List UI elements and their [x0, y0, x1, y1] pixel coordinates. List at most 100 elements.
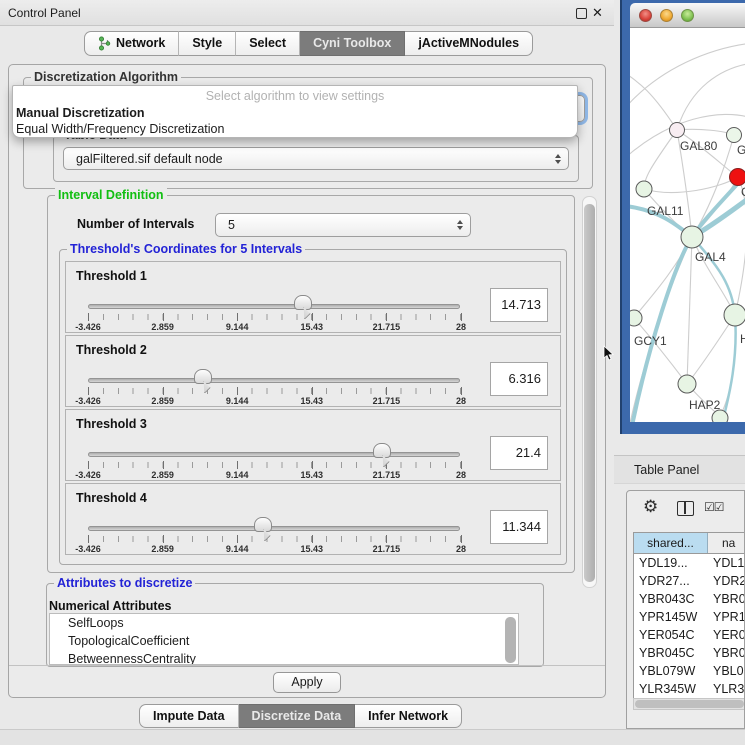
table-row[interactable]: YLR345WYLR3 [634, 680, 745, 698]
node-hap2[interactable] [678, 375, 696, 393]
thresholds-group-title: Threshold's Coordinates for 5 Intervals [67, 242, 305, 256]
threshold-3-value-field[interactable]: 21.4 [490, 436, 548, 470]
cell[interactable]: YDR2 [708, 572, 745, 590]
threshold-1-value-field[interactable]: 14.713 [490, 288, 548, 322]
cell[interactable]: YBR045C [634, 644, 708, 662]
cell[interactable]: YPR145W [634, 608, 708, 626]
number-of-intervals-combobox[interactable]: 5 [215, 213, 471, 237]
list-scrollbar[interactable] [505, 617, 516, 663]
list-item[interactable]: BetweennessCentrality [50, 650, 518, 665]
apply-button[interactable]: Apply [273, 672, 341, 693]
node-gal80[interactable] [670, 123, 685, 138]
panel-title: Control Panel [8, 6, 81, 20]
tab-select-label: Select [249, 32, 286, 55]
threshold-4-slider-thumb[interactable] [254, 517, 272, 532]
threshold-1-slider-thumb[interactable] [294, 295, 312, 310]
mouse-cursor-icon [603, 345, 615, 361]
node-label-gcy1: GCY1 [634, 334, 667, 348]
node-labels: GAL80 GA C GAL11 GAL4 GCY1 H HAP2 [634, 139, 745, 412]
float-window-icon[interactable] [576, 8, 587, 19]
network-view-window: GAL80 GA C GAL11 GAL4 GCY1 H HAP2 [620, 0, 745, 434]
number-of-intervals-value: 5 [228, 218, 235, 232]
cell[interactable]: YBL0 [708, 662, 745, 680]
tab-cyni-toolbox[interactable]: Cyni Toolbox [300, 31, 405, 56]
control-panel: Control Panel ✕ Network Style Select Cyn… [0, 0, 614, 745]
tab-impute-data[interactable]: Impute Data [139, 704, 239, 728]
threshold-3-slider-thumb[interactable] [373, 443, 391, 458]
cell[interactable]: YER0 [708, 626, 745, 644]
tab-select[interactable]: Select [236, 31, 300, 56]
tab-network-label: Network [116, 32, 165, 55]
threshold-3-box: Threshold 3 -3.426 2.859 9.144 15.43 21.… [65, 409, 561, 481]
threshold-2-value-field[interactable]: 6.316 [490, 362, 548, 396]
threshold-4-slider-track[interactable] [88, 526, 460, 531]
cell[interactable]: YDR27... [634, 572, 708, 590]
tab-jactivemnodules[interactable]: jActiveMNodules [405, 31, 533, 56]
node-ga[interactable] [727, 128, 742, 143]
cell[interactable]: YBL079W [634, 662, 708, 680]
node-gal4[interactable] [681, 226, 703, 248]
threshold-4-value-field[interactable]: 11.344 [490, 510, 548, 544]
tab-infer-network[interactable]: Infer Network [355, 704, 462, 728]
threshold-3-slider-track[interactable] [88, 452, 460, 457]
threshold-2-slider-thumb[interactable] [194, 369, 212, 384]
cell[interactable]: YDL1 [708, 554, 745, 572]
panel-scrollbar-thumb[interactable] [584, 204, 595, 582]
interval-definition-group-title: Interval Definition [55, 188, 167, 202]
cell[interactable]: YLR3 [708, 680, 745, 698]
tab-cyni-toolbox-label: Cyni Toolbox [313, 32, 391, 55]
table-row[interactable]: YDL19...YDL1 [634, 554, 745, 572]
tab-style[interactable]: Style [179, 31, 236, 56]
gear-icon[interactable]: ⚙ [643, 497, 658, 517]
list-item[interactable]: TopologicalCoefficient [50, 632, 518, 650]
table-row[interactable]: YBL079WYBL0 [634, 662, 745, 680]
column-header-name[interactable]: na [708, 533, 745, 553]
node-label-h: H [740, 332, 745, 346]
network-canvas[interactable]: GAL80 GA C GAL11 GAL4 GCY1 H HAP2 [630, 28, 745, 422]
cell[interactable]: YER054C [634, 626, 708, 644]
close-traffic-light-icon[interactable] [639, 9, 652, 22]
table-row[interactable]: YBR043CYBR0 [634, 590, 745, 608]
cell[interactable]: YBR043C [634, 590, 708, 608]
slider-ticks [88, 388, 461, 394]
table-hscrollbar-thumb[interactable] [635, 700, 744, 708]
node-label-gal11: GAL11 [647, 204, 684, 218]
dropdown-option-equal-width[interactable]: Equal Width/Frequency Discretization [13, 121, 577, 137]
tab-discretize-data[interactable]: Discretize Data [239, 704, 356, 728]
column-layout-icon[interactable] [677, 501, 694, 516]
cell[interactable]: YBR0 [708, 590, 745, 608]
cell[interactable]: YBR0 [708, 644, 745, 662]
cell[interactable]: YPR1 [708, 608, 745, 626]
node-gal11[interactable] [636, 181, 652, 197]
select-columns-icon[interactable]: ☑☑ [704, 500, 724, 514]
node-gcy1[interactable] [630, 310, 642, 326]
table-panel-body: ⚙ ☑☑ shared... na YDL19...YDL1 YDR27...Y… [626, 490, 745, 729]
threshold-3-label: Threshold 3 [76, 417, 147, 431]
table-data-combobox[interactable]: galFiltered.sif default node [63, 147, 569, 170]
threshold-2-slider-track[interactable] [88, 378, 460, 383]
minimize-traffic-light-icon[interactable] [660, 9, 673, 22]
table-row[interactable]: YPR145WYPR1 [634, 608, 745, 626]
panel-scrollbar[interactable] [582, 196, 597, 588]
node-label-c: C [741, 185, 745, 199]
zoom-traffic-light-icon[interactable] [681, 9, 694, 22]
list-item[interactable]: SelfLoops [50, 614, 518, 632]
table-row[interactable]: YBR045CYBR0 [634, 644, 745, 662]
node-selected-red[interactable] [730, 169, 745, 186]
dropdown-option-manual-discretization[interactable]: Manual Discretization [13, 105, 577, 121]
tab-network[interactable]: Network [84, 31, 179, 56]
node-h[interactable] [724, 304, 745, 326]
cell[interactable]: YDL19... [634, 554, 708, 572]
table-row[interactable]: YDR27...YDR2 [634, 572, 745, 590]
combobox-arrows-icon [555, 154, 561, 164]
column-header-shared-name[interactable]: shared... [634, 533, 708, 553]
table-row[interactable]: YER054CYER0 [634, 626, 745, 644]
tab-jactivemnodules-label: jActiveMNodules [418, 32, 519, 55]
threshold-2-label: Threshold 2 [76, 343, 147, 357]
table-horizontal-scrollbar[interactable] [633, 698, 745, 710]
close-icon[interactable]: ✕ [592, 5, 603, 21]
cell[interactable]: YLR345W [634, 680, 708, 698]
threshold-4-label: Threshold 4 [76, 491, 147, 505]
threshold-1-slider-track[interactable] [88, 304, 460, 309]
bottom-strip [0, 729, 745, 745]
